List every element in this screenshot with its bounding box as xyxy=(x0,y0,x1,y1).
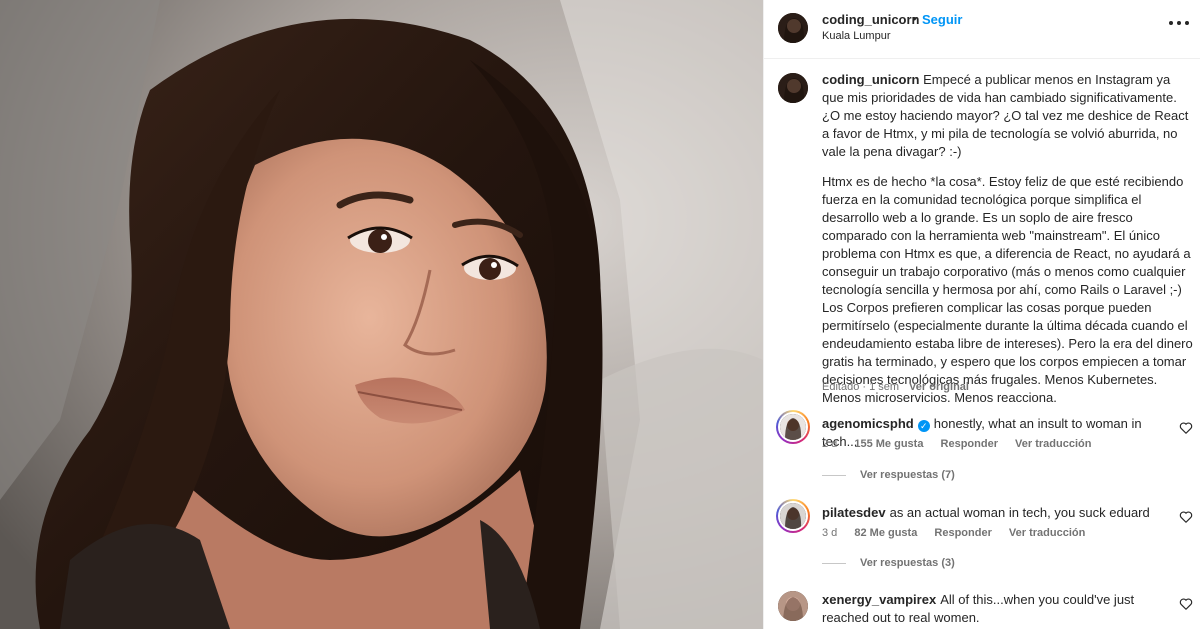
comment-username[interactable]: pilatesdev xyxy=(822,505,886,520)
post-details-panel: coding_unicorn • Seguir Kuala Lumpur cod… xyxy=(763,0,1200,629)
comment-body: as an actual woman in tech, you suck edu… xyxy=(889,505,1150,520)
comment-likes[interactable]: 155 Me gusta xyxy=(854,438,923,450)
post-location[interactable]: Kuala Lumpur xyxy=(822,30,891,42)
view-replies-button[interactable]: Ver respuestas (3) xyxy=(822,557,955,569)
comment-time[interactable]: 2 d xyxy=(822,438,837,450)
post-caption: coding_unicorn Empecé a publicar menos e… xyxy=(822,71,1194,419)
heart-outline-icon[interactable] xyxy=(1179,510,1193,524)
caption-username[interactable]: coding_unicorn xyxy=(822,72,920,87)
comment-avatar[interactable] xyxy=(778,591,808,621)
post-header: coding_unicorn • Seguir Kuala Lumpur xyxy=(764,0,1200,59)
separator-dot: • xyxy=(912,11,917,26)
comment-avatar[interactable] xyxy=(780,414,806,440)
verified-badge-icon: ✓ xyxy=(917,420,930,432)
reply-button[interactable]: Responder xyxy=(941,438,998,450)
heart-outline-icon[interactable] xyxy=(1179,597,1193,611)
comment-username[interactable]: agenomicsphd xyxy=(822,416,914,431)
follow-button[interactable]: Seguir xyxy=(922,12,962,27)
author-avatar[interactable] xyxy=(778,13,808,43)
edited-timestamp: Editado · 1 sem xyxy=(822,381,900,393)
story-ring[interactable] xyxy=(776,499,810,533)
translate-button[interactable]: Ver traducción xyxy=(1009,527,1085,539)
story-ring[interactable] xyxy=(776,410,810,444)
post-photo[interactable] xyxy=(0,0,763,629)
caption-author-avatar[interactable] xyxy=(778,73,808,103)
author-username[interactable]: coding_unicorn xyxy=(822,12,920,27)
comment-text: xenergy_vampirex All of this...when you c… xyxy=(822,591,1167,627)
view-replies-button[interactable]: Ver respuestas (7) xyxy=(822,469,955,481)
translate-button[interactable]: Ver traducción xyxy=(1015,438,1091,450)
comment-avatar[interactable] xyxy=(780,503,806,529)
comment-time[interactable]: 3 d xyxy=(822,527,837,539)
comment-meta: 3 d 82 Me gusta Responder Ver traducción xyxy=(822,527,1099,539)
caption-paragraph-2: Htmx es de hecho *la cosa*. Estoy feliz … xyxy=(822,174,1193,405)
comment-text: pilatesdev as an actual woman in tech, yo… xyxy=(822,504,1167,522)
caption-meta: Editado · 1 sem Ver original xyxy=(822,381,969,393)
view-original-link[interactable]: Ver original xyxy=(909,381,969,393)
portrait-image xyxy=(0,0,763,629)
comment-likes[interactable]: 82 Me gusta xyxy=(854,527,917,539)
more-options-icon[interactable] xyxy=(1168,16,1190,30)
reply-button[interactable]: Responder xyxy=(934,527,991,539)
heart-outline-icon[interactable] xyxy=(1179,421,1193,435)
comment-username[interactable]: xenergy_vampirex xyxy=(822,592,936,607)
comment-meta: 2 d 155 Me gusta Responder Ver traducció… xyxy=(822,438,1105,450)
